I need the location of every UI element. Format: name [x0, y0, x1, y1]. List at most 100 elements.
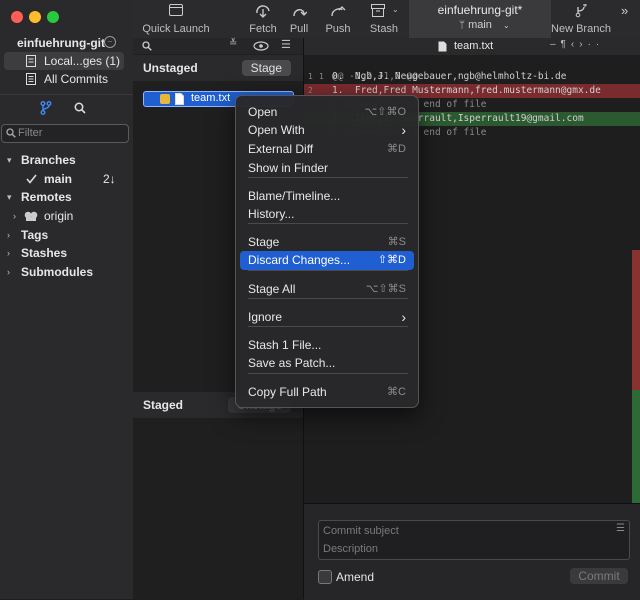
chevron-right-icon[interactable]: ›	[7, 226, 10, 244]
file-name: team.txt	[191, 92, 231, 104]
search-icon[interactable]	[142, 41, 152, 51]
menu-item-label: Ignore	[248, 310, 283, 324]
new-branch-icon	[575, 4, 587, 18]
commit-button[interactable]: Commit	[570, 568, 628, 584]
menu-item-stage[interactable]: Stage ⌘S	[240, 233, 414, 252]
checkmark-icon	[26, 174, 37, 184]
menu-separator	[248, 223, 408, 224]
commit-description-input[interactable]: Description	[323, 543, 378, 555]
quick-launch-button[interactable]: Quick Launch	[139, 0, 213, 38]
list-view-icon[interactable]: ☰	[281, 38, 291, 51]
sidebar-item-all-commits[interactable]: All Commits	[4, 70, 124, 88]
menu-item-stage-all[interactable]: Stage All ⌥⇧⌘S	[240, 280, 414, 299]
menu-separator	[248, 298, 408, 299]
menu-item-ignore[interactable]: Ignore ›	[240, 308, 414, 327]
file-filter-bar: ≚ ☰	[133, 38, 303, 54]
section-label: Submodules	[21, 265, 94, 279]
menu-item-shortcut: ⌥⇧⌘S	[365, 283, 406, 295]
diff-line-text: 0. Ngb,J. Neugebauer,ngb@helmholtz-bi.de	[332, 71, 567, 82]
menu-separator	[248, 270, 408, 271]
menu-item-label: Stash 1 File...	[248, 338, 322, 352]
repo-status-icon: –	[104, 36, 116, 48]
commit-panel: Commit subject Description ☰ Amend Commi…	[304, 503, 640, 600]
search-icon	[6, 128, 16, 138]
chevron-down-icon[interactable]: ▾	[7, 151, 12, 169]
sidebar-item-remote-origin[interactable]: › origin	[0, 207, 133, 225]
overflow-chevron-icon[interactable]: »	[621, 3, 628, 18]
stage-button[interactable]: Stage	[241, 60, 291, 76]
filter-placeholder: Filter	[18, 127, 43, 139]
remote-icon	[24, 211, 38, 221]
chevron-down-icon[interactable]: ▾	[7, 188, 12, 206]
pull-button[interactable]: Pull	[284, 0, 314, 38]
stash-button[interactable]: ⌄ Stash	[365, 0, 403, 38]
menu-item-show-in-finder[interactable]: Show in Finder	[240, 159, 414, 178]
pull-icon	[293, 9, 307, 17]
modified-status-icon	[160, 94, 170, 104]
chevron-down-icon[interactable]: ⌄	[392, 5, 399, 14]
amend-checkbox[interactable]	[318, 570, 332, 584]
unstaged-header: Unstaged Stage	[133, 55, 303, 81]
branch-selector[interactable]: ᛘ main ⌄	[459, 19, 510, 31]
section-title: Unstaged	[143, 61, 198, 75]
menu-item-copy-full-path[interactable]: Copy Full Path ⌘C	[240, 383, 414, 402]
menu-item-save-as-patch[interactable]: Save as Patch...	[240, 354, 414, 373]
sidebar-item-label: Local...ges (1)	[44, 54, 121, 68]
branches-view-icon[interactable]	[40, 101, 52, 115]
fetch-button[interactable]: Fetch	[246, 0, 280, 38]
push-button[interactable]: Push	[321, 0, 355, 38]
filter-input[interactable]: Filter	[1, 124, 129, 143]
sidebar-section-stashes[interactable]: › Stashes	[0, 244, 133, 262]
close-window-button[interactable]	[11, 11, 23, 23]
menu-item-external-diff[interactable]: External Diff ⌘D	[240, 140, 414, 159]
chevron-right-icon[interactable]: ›	[13, 207, 16, 225]
collapse-icon[interactable]: ≚	[229, 38, 237, 49]
commit-subject-input[interactable]: Commit subject	[323, 525, 399, 537]
chevron-right-icon: ›	[401, 309, 406, 325]
divider	[0, 94, 133, 95]
menu-item-label: Blame/Timeline...	[248, 189, 341, 203]
message-menu-icon[interactable]: ☰	[616, 523, 625, 534]
chevron-right-icon[interactable]: ›	[7, 244, 10, 262]
chevron-down-icon: ⌄	[502, 21, 510, 30]
section-label: Remotes	[21, 190, 72, 204]
commit-message-box[interactable]: Commit subject Description ☰	[318, 520, 630, 560]
search-icon[interactable]	[74, 102, 86, 114]
button-label: New Branch	[551, 23, 611, 35]
repo-title: einfuehrung-git*	[437, 3, 523, 17]
branch-label: main	[468, 19, 492, 31]
sidebar-section-remotes[interactable]: ▾ Remotes	[0, 188, 133, 206]
context-menu: Open ⌥⇧⌘O Open With › External Diff ⌘D Show in…	[235, 95, 419, 408]
diff-header: team.txt –¶‹›··	[304, 38, 640, 55]
sidebar-item-branch-main[interactable]: main 2↓	[0, 170, 133, 188]
menu-item-stash-1-file[interactable]: Stash 1 File...	[240, 336, 414, 355]
menu-item-open-with[interactable]: Open With ›	[240, 121, 414, 140]
toolbar: Quick Launch Fetch Pull Push ⌄ Stash ein…	[133, 0, 640, 39]
old-line-number: 1	[308, 72, 313, 81]
repo-name[interactable]: einfuehrung-git	[17, 36, 105, 50]
menu-item-history[interactable]: History...	[240, 205, 414, 224]
chevron-right-icon[interactable]: ›	[7, 263, 10, 281]
branch-label: main	[44, 172, 73, 186]
menu-item-discard-changes[interactable]: Discard Changes... ⇧⌘D	[240, 251, 414, 270]
menu-item-label: Open With	[248, 123, 305, 137]
sidebar-section-submodules[interactable]: › Submodules	[0, 263, 133, 281]
eye-icon[interactable]	[253, 41, 269, 51]
repo-title-tab[interactable]: einfuehrung-git* ᛘ main ⌄	[409, 0, 551, 38]
commits-list-icon	[26, 73, 36, 85]
menu-item-shortcut: ⌘S	[387, 236, 406, 248]
menu-item-open[interactable]: Open ⌥⇧⌘O	[240, 103, 414, 122]
sidebar-item-local-changes[interactable]: Local...ges (1)	[4, 52, 124, 70]
diff-options-icons[interactable]: –¶‹›··	[550, 39, 604, 50]
new-branch-button[interactable]: New Branch	[549, 0, 613, 38]
sidebar-section-branches[interactable]: ▾ Branches	[0, 151, 133, 169]
menu-separator	[248, 326, 408, 327]
chevron-right-icon: ›	[401, 122, 406, 138]
sidebar: einfuehrung-git – Local...ges (1) All Co…	[0, 0, 134, 599]
diff-file-title: team.txt	[454, 40, 494, 52]
minimize-window-button[interactable]	[29, 11, 41, 23]
sidebar-section-tags[interactable]: › Tags	[0, 226, 133, 244]
remote-label: origin	[44, 209, 74, 223]
menu-item-blame-timeline[interactable]: Blame/Timeline...	[240, 187, 414, 206]
zoom-window-button[interactable]	[47, 11, 59, 23]
